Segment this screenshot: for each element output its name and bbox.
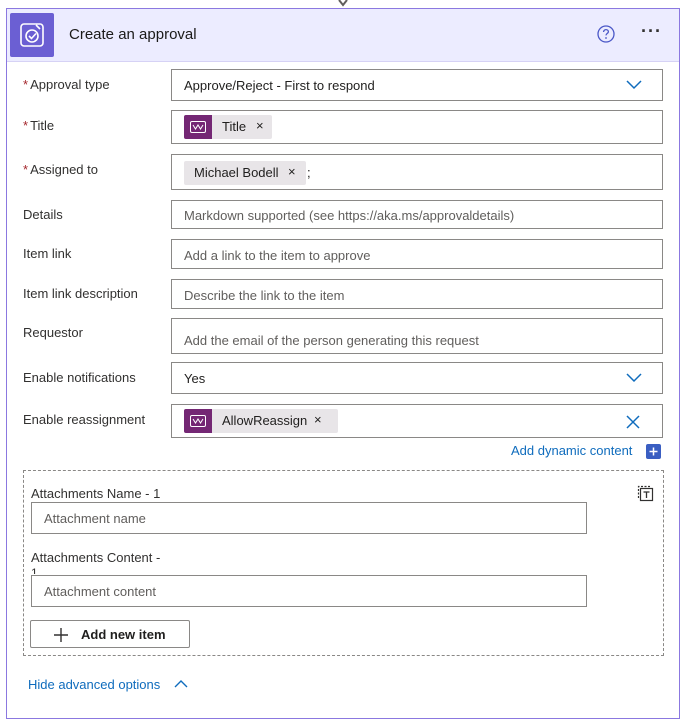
attachment-content-placeholder: Attachment content (44, 584, 157, 599)
details-input[interactable]: Markdown supported (see https://aka.ms/a… (171, 200, 663, 229)
details-placeholder: Markdown supported (see https://aka.ms/a… (184, 208, 515, 223)
title-label: * Title (23, 118, 55, 133)
approval-type-value: Approve/Reject - First to respond (184, 78, 375, 93)
connector-arrow-icon (338, 0, 348, 7)
clear-field-icon[interactable] (626, 415, 640, 429)
attachments-content-label-index: 1 (31, 566, 38, 574)
required-marker: * (23, 118, 29, 133)
assigned-to-label: * Assigned to (23, 162, 98, 177)
item-link-description-input[interactable]: Describe the link to the item (171, 279, 663, 309)
required-marker: * (23, 77, 29, 92)
switch-to-text-mode-icon[interactable] (637, 485, 655, 503)
requestor-placeholder: Add the email of the person generating t… (184, 333, 479, 348)
add-dynamic-content-link[interactable]: Add dynamic content (511, 443, 632, 458)
requestor-label: Requestor (23, 325, 83, 340)
attachments-name-label: Attachments Name - 1 (31, 486, 161, 501)
chevron-down-icon[interactable] (626, 80, 642, 90)
user-token-michael-bodell[interactable]: Michael Bodell × (184, 161, 306, 185)
attachment-name-placeholder: Attachment name (44, 511, 146, 526)
chevron-down-icon[interactable] (626, 373, 642, 383)
item-link-description-placeholder: Describe the link to the item (184, 288, 345, 303)
approval-action-card: Create an approval ··· * Approval type Ap… (6, 8, 680, 719)
hide-advanced-options-link[interactable]: Hide advanced options (28, 677, 160, 692)
item-link-input[interactable]: Add a link to the item to approve (171, 239, 663, 269)
chevron-up-icon[interactable] (174, 679, 188, 688)
approval-type-label: * Approval type (23, 77, 110, 92)
dynamic-token-allowreassign[interactable]: AllowReassign × (184, 409, 338, 433)
attachments-content-label: Attachments Content - (31, 550, 161, 565)
enable-reassignment-field[interactable]: AllowReassign × (171, 404, 663, 438)
item-link-label: Item link (23, 246, 72, 261)
approval-type-dropdown[interactable]: Approve/Reject - First to respond (171, 69, 663, 101)
add-dynamic-content-plus-icon[interactable] (646, 444, 661, 459)
attachment-name-input[interactable]: Attachment name (31, 502, 587, 534)
requestor-input[interactable]: Add the email of the person generating t… (171, 318, 663, 354)
attachments-section: Attachments Name - 1 Attachment name Att… (23, 470, 664, 656)
sharepoint-token-icon (184, 409, 212, 433)
add-new-item-label: Add new item (81, 627, 166, 642)
dynamic-token-title[interactable]: Title × (184, 115, 272, 139)
enable-notifications-label: Enable notifications (23, 370, 136, 385)
assigned-to-field[interactable]: Michael Bodell × ; (171, 154, 663, 190)
token-label: AllowReassign (222, 413, 308, 428)
approval-icon (10, 13, 54, 57)
help-icon[interactable] (596, 24, 616, 44)
recipient-separator: ; (307, 165, 311, 180)
sharepoint-token-icon (184, 115, 212, 139)
add-new-item-button[interactable]: Add new item (30, 620, 190, 648)
enable-reassignment-label: Enable reassignment (23, 412, 146, 427)
token-label: Michael Bodell (194, 165, 279, 180)
enable-notifications-value: Yes (184, 371, 206, 386)
token-remove-icon[interactable]: × (256, 118, 264, 133)
attachment-content-input[interactable]: Attachment content (31, 575, 587, 607)
item-link-placeholder: Add a link to the item to approve (184, 248, 371, 263)
token-remove-icon[interactable]: × (288, 164, 296, 179)
card-header[interactable]: Create an approval ··· (7, 9, 679, 62)
token-label: Title (222, 119, 247, 134)
token-remove-icon[interactable]: × (314, 412, 322, 427)
card-title: Create an approval (69, 26, 197, 43)
enable-notifications-dropdown[interactable]: Yes (171, 362, 663, 394)
more-options-icon[interactable]: ··· (641, 21, 662, 42)
details-label: Details (23, 207, 63, 222)
plus-icon (54, 628, 68, 642)
required-marker: * (23, 162, 29, 177)
title-field[interactable]: Title × (171, 110, 663, 144)
item-link-description-label: Item link description (23, 286, 138, 301)
